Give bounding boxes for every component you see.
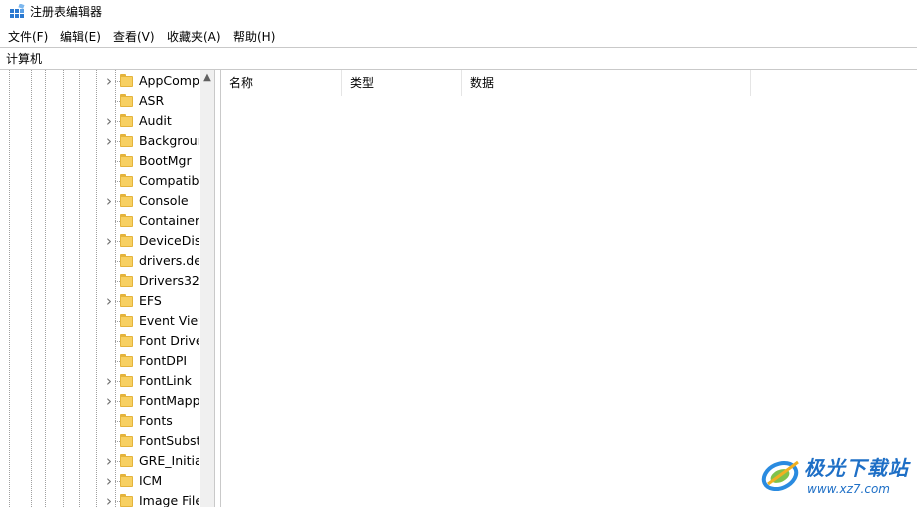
chevron-right-icon[interactable]: › <box>106 74 116 89</box>
tree-item-label: Drivers32 <box>139 273 199 288</box>
tree-item[interactable]: › FontLink <box>0 371 200 391</box>
menu-edit[interactable]: 编辑(E) <box>60 29 101 45</box>
folder-icon <box>120 274 133 288</box>
tree-item[interactable]: Fonts <box>0 411 200 431</box>
tree-item-label: FontLink <box>139 373 192 388</box>
chevron-right-icon[interactable]: › <box>106 234 116 249</box>
chevron-right-icon[interactable]: › <box>106 454 116 469</box>
folder-icon <box>120 94 133 108</box>
menu-bar: 文件(F) 编辑(E) 查看(V) 收藏夹(A) 帮助(H) <box>0 27 919 47</box>
tree-item-label: drivers.de <box>139 253 199 268</box>
folder-icon <box>120 214 133 228</box>
folder-icon <box>120 334 133 348</box>
tree-item[interactable]: drivers.de <box>0 251 200 271</box>
tree-item[interactable]: › Audit <box>0 111 200 131</box>
folder-icon <box>120 234 133 248</box>
folder-icon <box>120 354 133 368</box>
tree-item[interactable]: › DeviceDisp <box>0 231 200 251</box>
folder-icon <box>120 254 133 268</box>
tree-item-label: Console <box>139 193 189 208</box>
tree-item[interactable]: FontSubsti <box>0 431 200 451</box>
folder-icon <box>120 394 133 408</box>
watermark: 极光下载站 www.xz7.com <box>760 452 915 502</box>
address-path: 计算机 <box>6 52 43 66</box>
column-header-name[interactable]: 名称 <box>221 70 342 96</box>
watermark-logo-icon <box>761 460 799 492</box>
chevron-right-icon[interactable]: › <box>106 374 116 389</box>
tree-item[interactable]: BootMgr <box>0 151 200 171</box>
window-title: 注册表编辑器 <box>30 5 103 19</box>
menu-help[interactable]: 帮助(H) <box>233 29 275 45</box>
tree-item[interactable]: Drivers32 <box>0 271 200 291</box>
tree-item-label: Font Drive <box>139 333 199 348</box>
tree-item-label: DeviceDisp <box>139 233 199 248</box>
title-bar: 注册表编辑器 <box>0 0 919 24</box>
tree-item[interactable]: › EFS <box>0 291 200 311</box>
menu-favorites[interactable]: 收藏夹(A) <box>167 29 221 45</box>
value-list: 名称 类型 数据 <box>221 70 919 507</box>
tree-item-label: FontDPI <box>139 353 188 368</box>
address-bar[interactable]: 计算机 <box>0 47 917 70</box>
tree-item[interactable]: › ICM <box>0 471 200 491</box>
tree-item-label: Fonts <box>139 413 173 428</box>
chevron-right-icon[interactable]: › <box>106 134 116 149</box>
chevron-right-icon[interactable]: › <box>106 114 116 129</box>
tree-item[interactable]: ASR <box>0 91 200 111</box>
tree-item-label: Event View <box>139 313 199 328</box>
folder-icon <box>120 414 133 428</box>
tree-item-label: Backgrour <box>139 133 199 148</box>
tree-item[interactable]: › FontMapp <box>0 391 200 411</box>
tree-item[interactable]: › Image File <box>0 491 200 507</box>
tree-item-label: Containers <box>139 213 199 228</box>
regedit-icon <box>10 4 25 18</box>
tree-item[interactable]: FontDPI <box>0 351 200 371</box>
column-header-data[interactable]: 数据 <box>462 70 751 96</box>
tree-item-label: FontMapp <box>139 393 199 408</box>
folder-icon <box>120 294 133 308</box>
folder-icon <box>120 114 133 128</box>
tree-item[interactable]: Containers <box>0 211 200 231</box>
menu-view[interactable]: 查看(V) <box>113 29 155 45</box>
tree-item[interactable]: Event View <box>0 311 200 331</box>
tree-item-label: AppComp <box>139 73 199 88</box>
folder-icon <box>120 374 133 388</box>
chevron-right-icon[interactable]: › <box>106 394 116 409</box>
tree-item[interactable]: › Console <box>0 191 200 211</box>
menu-file[interactable]: 文件(F) <box>8 29 48 45</box>
folder-icon <box>120 494 133 507</box>
chevron-right-icon[interactable]: › <box>106 294 116 309</box>
chevron-right-icon[interactable]: › <box>106 474 116 489</box>
watermark-url: www.xz7.com <box>807 482 890 496</box>
key-tree: › AppComp ASR › Audit › Backgrour BootMgr Compat… <box>0 70 215 507</box>
chevron-right-icon[interactable]: › <box>106 194 116 209</box>
folder-icon <box>120 434 133 448</box>
tree-item-label: ICM <box>139 473 163 488</box>
tree-scrollbar[interactable]: ▲ <box>200 70 214 507</box>
folder-icon <box>120 474 133 488</box>
folder-icon <box>120 314 133 328</box>
watermark-title: 极光下载站 <box>804 456 909 480</box>
tree-item[interactable]: › AppComp <box>0 71 200 91</box>
tree-item-label: GRE_Initial <box>139 453 199 468</box>
scroll-up-arrow-icon[interactable]: ▲ <box>200 70 214 86</box>
tree-item-label: BootMgr <box>139 153 192 168</box>
column-header-type[interactable]: 类型 <box>342 70 462 96</box>
tree-item[interactable]: Font Drive <box>0 331 200 351</box>
tree-item-label: Compatibi <box>139 173 199 188</box>
tree-item-label: EFS <box>139 293 162 308</box>
tree-item-label: ASR <box>139 93 165 108</box>
folder-icon <box>120 454 133 468</box>
tree-item[interactable]: Compatibi <box>0 171 200 191</box>
folder-icon <box>120 174 133 188</box>
folder-icon <box>120 134 133 148</box>
tree-item[interactable]: › Backgrour <box>0 131 200 151</box>
folder-icon <box>120 154 133 168</box>
chevron-right-icon[interactable]: › <box>106 494 116 507</box>
tree-item[interactable]: › GRE_Initial <box>0 451 200 471</box>
tree-item-label: Audit <box>139 113 172 128</box>
folder-icon <box>120 74 133 88</box>
folder-icon <box>120 194 133 208</box>
tree-item-label: FontSubsti <box>139 433 199 448</box>
tree-item-label: Image File <box>139 493 199 507</box>
